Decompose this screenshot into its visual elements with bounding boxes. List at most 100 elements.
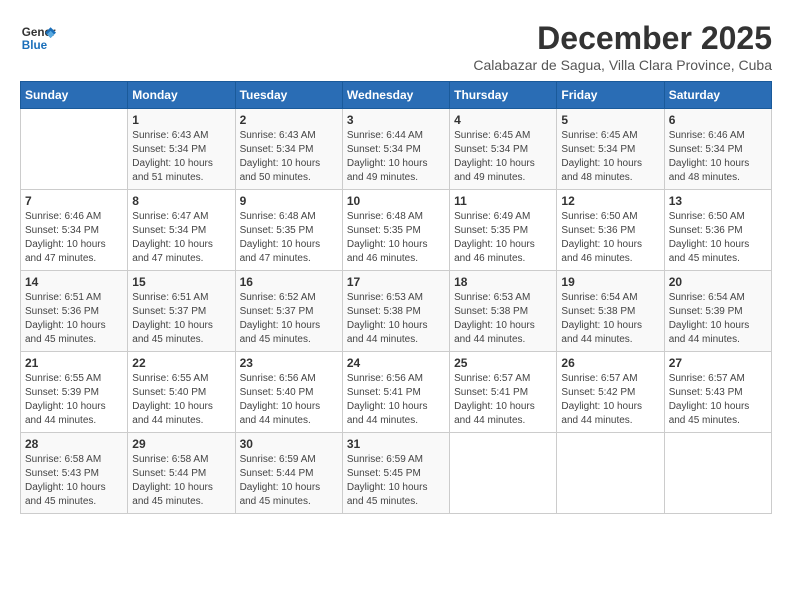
day-info: Sunrise: 6:56 AM Sunset: 5:40 PM Dayligh… (240, 372, 338, 428)
calendar-cell: 16 Sunrise: 6:52 AM Sunset: 5:37 PM Dayli… (235, 271, 342, 352)
calendar-cell: 29Sunrise: 6:58 AM Sunset: 5:44 PM Dayli… (128, 433, 235, 514)
calendar-cell: 6 Sunrise: 6:46 AM Sunset: 5:34 PM Daylig… (664, 109, 771, 190)
header-day-wednesday: Wednesday (342, 82, 449, 109)
day-number: 27 (669, 356, 767, 370)
calendar-cell: 12Sunrise: 6:50 AM Sunset: 5:36 PM Dayli… (557, 190, 664, 271)
calendar-cell: 21Sunrise: 6:55 AM Sunset: 5:39 PM Dayli… (21, 352, 128, 433)
calendar-cell: 14 Sunrise: 6:51 AM Sunset: 5:36 PM Dayli… (21, 271, 128, 352)
calendar-table: SundayMondayTuesdayWednesdayThursdayFrid… (20, 81, 772, 514)
day-info: Sunrise: 6:43 AM Sunset: 5:34 PM Dayligh… (240, 129, 338, 185)
day-info: Sunrise: 6:57 AM Sunset: 5:41 PM Dayligh… (454, 372, 552, 428)
calendar-cell: 8 Sunrise: 6:47 AM Sunset: 5:34 PM Daylig… (128, 190, 235, 271)
day-info: Sunrise: 6:43 AM Sunset: 5:34 PM Dayligh… (132, 129, 230, 185)
day-number: 15 (132, 275, 230, 289)
calendar-cell: 13 Sunrise: 6:50 AM Sunset: 5:36 PM Dayli… (664, 190, 771, 271)
day-number: 19 (561, 275, 659, 289)
calendar-cell: 28 Sunrise: 6:58 AM Sunset: 5:43 PM Dayli… (21, 433, 128, 514)
calendar-cell (557, 433, 664, 514)
calendar-cell: 15Sunrise: 6:51 AM Sunset: 5:37 PM Dayli… (128, 271, 235, 352)
day-info: Sunrise: 6:50 AM Sunset: 5:36 PM Dayligh… (669, 210, 767, 266)
calendar-cell: 23 Sunrise: 6:56 AM Sunset: 5:40 PM Dayli… (235, 352, 342, 433)
day-number: 2 (240, 113, 338, 127)
day-info: Sunrise: 6:55 AM Sunset: 5:40 PM Dayligh… (132, 372, 230, 428)
calendar-cell: 18 Sunrise: 6:53 AM Sunset: 5:38 PM Dayli… (450, 271, 557, 352)
calendar-cell (21, 109, 128, 190)
calendar-cell: 19 Sunrise: 6:54 AM Sunset: 5:38 PM Dayli… (557, 271, 664, 352)
day-info: Sunrise: 6:46 AM Sunset: 5:34 PM Dayligh… (669, 129, 767, 185)
day-number: 6 (669, 113, 767, 127)
logo-icon: General Blue (20, 20, 56, 56)
day-number: 9 (240, 194, 338, 208)
day-info: Sunrise: 6:45 AM Sunset: 5:34 PM Dayligh… (454, 129, 552, 185)
day-info: Sunrise: 6:58 AM Sunset: 5:44 PM Dayligh… (132, 453, 230, 509)
month-title: December 2025 (473, 20, 772, 57)
day-number: 8 (132, 194, 230, 208)
calendar-week-1: 1Sunrise: 6:43 AM Sunset: 5:34 PM Daylig… (21, 109, 772, 190)
day-number: 3 (347, 113, 445, 127)
calendar-cell: 5Sunrise: 6:45 AM Sunset: 5:34 PM Daylig… (557, 109, 664, 190)
calendar-cell: 31 Sunrise: 6:59 AM Sunset: 5:45 PM Dayli… (342, 433, 449, 514)
calendar-cell: 11 Sunrise: 6:49 AM Sunset: 5:35 PM Dayli… (450, 190, 557, 271)
day-number: 23 (240, 356, 338, 370)
calendar-cell: 25 Sunrise: 6:57 AM Sunset: 5:41 PM Dayli… (450, 352, 557, 433)
day-number: 4 (454, 113, 552, 127)
day-info: Sunrise: 6:48 AM Sunset: 5:35 PM Dayligh… (347, 210, 445, 266)
calendar-cell: 10 Sunrise: 6:48 AM Sunset: 5:35 PM Dayli… (342, 190, 449, 271)
day-info: Sunrise: 6:46 AM Sunset: 5:34 PM Dayligh… (25, 210, 123, 266)
day-number: 10 (347, 194, 445, 208)
calendar-cell: 20Sunrise: 6:54 AM Sunset: 5:39 PM Dayli… (664, 271, 771, 352)
calendar-cell: 2 Sunrise: 6:43 AM Sunset: 5:34 PM Daylig… (235, 109, 342, 190)
calendar-cell: 1Sunrise: 6:43 AM Sunset: 5:34 PM Daylig… (128, 109, 235, 190)
day-info: Sunrise: 6:58 AM Sunset: 5:43 PM Dayligh… (25, 453, 123, 509)
day-info: Sunrise: 6:54 AM Sunset: 5:39 PM Dayligh… (669, 291, 767, 347)
day-number: 25 (454, 356, 552, 370)
day-info: Sunrise: 6:53 AM Sunset: 5:38 PM Dayligh… (454, 291, 552, 347)
day-number: 24 (347, 356, 445, 370)
day-info: Sunrise: 6:49 AM Sunset: 5:35 PM Dayligh… (454, 210, 552, 266)
calendar-week-2: 7 Sunrise: 6:46 AM Sunset: 5:34 PM Daylig… (21, 190, 772, 271)
calendar-body: 1Sunrise: 6:43 AM Sunset: 5:34 PM Daylig… (21, 109, 772, 514)
calendar-week-4: 21Sunrise: 6:55 AM Sunset: 5:39 PM Dayli… (21, 352, 772, 433)
day-number: 13 (669, 194, 767, 208)
day-info: Sunrise: 6:57 AM Sunset: 5:43 PM Dayligh… (669, 372, 767, 428)
day-info: Sunrise: 6:56 AM Sunset: 5:41 PM Dayligh… (347, 372, 445, 428)
calendar-cell: 22 Sunrise: 6:55 AM Sunset: 5:40 PM Dayli… (128, 352, 235, 433)
day-info: Sunrise: 6:44 AM Sunset: 5:34 PM Dayligh… (347, 129, 445, 185)
calendar-cell: 17 Sunrise: 6:53 AM Sunset: 5:38 PM Dayli… (342, 271, 449, 352)
day-info: Sunrise: 6:48 AM Sunset: 5:35 PM Dayligh… (240, 210, 338, 266)
calendar-cell (664, 433, 771, 514)
day-number: 30 (240, 437, 338, 451)
calendar-cell: 26 Sunrise: 6:57 AM Sunset: 5:42 PM Dayli… (557, 352, 664, 433)
calendar-cell: 9 Sunrise: 6:48 AM Sunset: 5:35 PM Daylig… (235, 190, 342, 271)
calendar-cell: 4 Sunrise: 6:45 AM Sunset: 5:34 PM Daylig… (450, 109, 557, 190)
day-info: Sunrise: 6:57 AM Sunset: 5:42 PM Dayligh… (561, 372, 659, 428)
day-number: 16 (240, 275, 338, 289)
calendar-header: SundayMondayTuesdayWednesdayThursdayFrid… (21, 82, 772, 109)
page-header: General Blue December 2025 Calabazar de … (20, 20, 772, 73)
day-info: Sunrise: 6:53 AM Sunset: 5:38 PM Dayligh… (347, 291, 445, 347)
day-number: 17 (347, 275, 445, 289)
calendar-week-5: 28 Sunrise: 6:58 AM Sunset: 5:43 PM Dayli… (21, 433, 772, 514)
day-number: 14 (25, 275, 123, 289)
day-number: 26 (561, 356, 659, 370)
day-number: 22 (132, 356, 230, 370)
day-info: Sunrise: 6:50 AM Sunset: 5:36 PM Dayligh… (561, 210, 659, 266)
day-info: Sunrise: 6:55 AM Sunset: 5:39 PM Dayligh… (25, 372, 123, 428)
calendar-cell: 7 Sunrise: 6:46 AM Sunset: 5:34 PM Daylig… (21, 190, 128, 271)
header-day-sunday: Sunday (21, 82, 128, 109)
day-info: Sunrise: 6:52 AM Sunset: 5:37 PM Dayligh… (240, 291, 338, 347)
day-info: Sunrise: 6:54 AM Sunset: 5:38 PM Dayligh… (561, 291, 659, 347)
day-number: 7 (25, 194, 123, 208)
day-info: Sunrise: 6:51 AM Sunset: 5:36 PM Dayligh… (25, 291, 123, 347)
day-info: Sunrise: 6:59 AM Sunset: 5:45 PM Dayligh… (347, 453, 445, 509)
day-number: 28 (25, 437, 123, 451)
day-number: 11 (454, 194, 552, 208)
day-number: 5 (561, 113, 659, 127)
day-info: Sunrise: 6:47 AM Sunset: 5:34 PM Dayligh… (132, 210, 230, 266)
day-number: 18 (454, 275, 552, 289)
header-day-thursday: Thursday (450, 82, 557, 109)
calendar-cell: 30Sunrise: 6:59 AM Sunset: 5:44 PM Dayli… (235, 433, 342, 514)
svg-text:Blue: Blue (22, 39, 48, 52)
day-number: 31 (347, 437, 445, 451)
header-day-tuesday: Tuesday (235, 82, 342, 109)
